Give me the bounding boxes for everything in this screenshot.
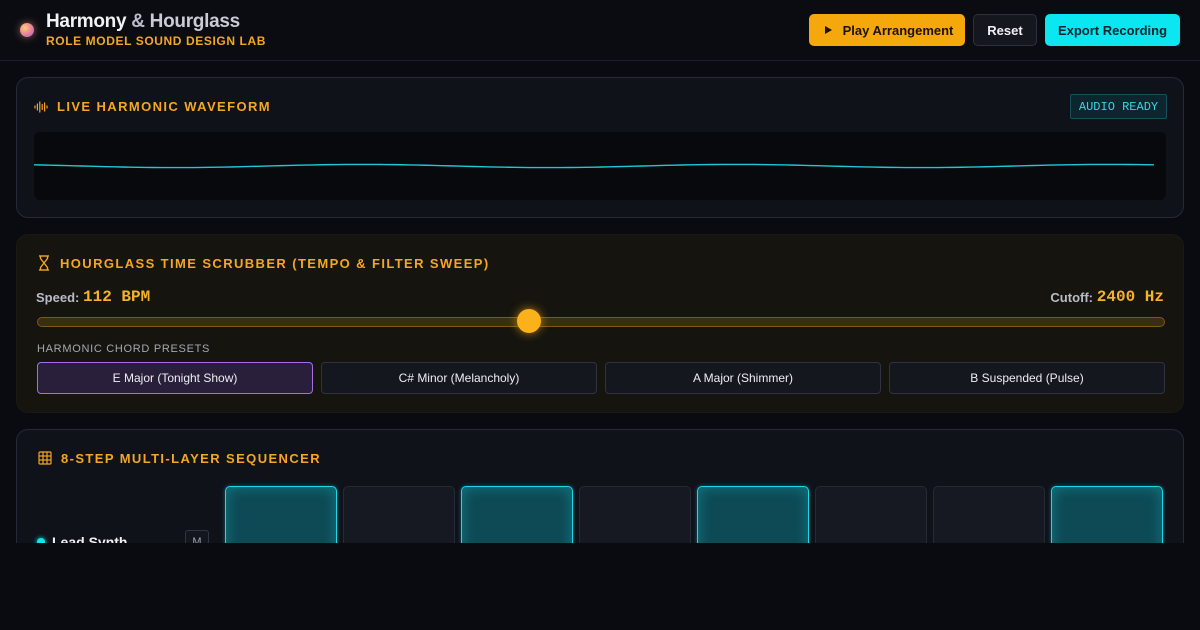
time-scrubber-slider[interactable] [37,317,1165,327]
waveform-title: LIVE HARMONIC WAVEFORM [57,99,271,114]
preset-c-sharp-minor-button[interactable]: C# Minor (Melancholy) [321,362,597,394]
grid-icon [38,451,52,465]
preset-a-major-button[interactable]: A Major (Shimmer) [605,362,881,394]
page-background [0,543,1200,630]
cutoff-label: Cutoff: [1050,290,1093,305]
waveform-display [34,132,1166,200]
waveform-panel: LIVE HARMONIC WAVEFORM AUDIO READY [16,77,1184,218]
play-arrangement-label: Play Arrangement [842,22,954,38]
speed-label: Speed: [36,290,80,305]
time-scrubber-panel: HOURGLASS TIME SCRUBBER (TEMPO & FILTER … [16,234,1184,413]
hourglass-icon [39,255,49,271]
app-header: Harmony & Hourglass ROLE MODEL SOUND DES… [0,0,1200,61]
waveform-canvas [34,163,1155,169]
export-recording-label: Export Recording [1057,22,1168,38]
sequencer-title: 8-STEP MULTI-LAYER SEQUENCER [61,451,321,466]
scrubber-title: HOURGLASS TIME SCRUBBER (TEMPO & FILTER … [60,256,490,271]
play-arrangement-button[interactable]: Play Arrangement [809,14,965,46]
preset-e-major-button[interactable]: E Major (Tonight Show) [37,362,313,394]
slider-thumb[interactable] [516,309,541,333]
reset-button[interactable]: Reset [973,14,1037,46]
app-title: Harmony & Hourglass [46,11,240,33]
cutoff-value: 2400 Hz [1096,288,1164,306]
title-word-hourglass: Hourglass [149,11,241,32]
title-ampersand: & [126,11,150,32]
export-recording-button[interactable]: Export Recording [1045,14,1180,46]
app-subtitle: ROLE MODEL SOUND DESIGN LAB [46,34,266,48]
audio-status-badge: AUDIO READY [1070,94,1167,119]
title-word-harmony: Harmony [46,11,127,32]
preset-b-suspended-button[interactable]: B Suspended (Pulse) [889,362,1165,394]
presets-label: HARMONIC CHORD PRESETS [37,343,211,355]
speed-value: 112 BPM [83,288,151,306]
waveform-line [34,163,1155,169]
brand-logo-icon [20,23,34,37]
reset-label: Reset [987,22,1023,38]
audio-waveform-icon [34,101,48,113]
play-icon [824,26,832,34]
